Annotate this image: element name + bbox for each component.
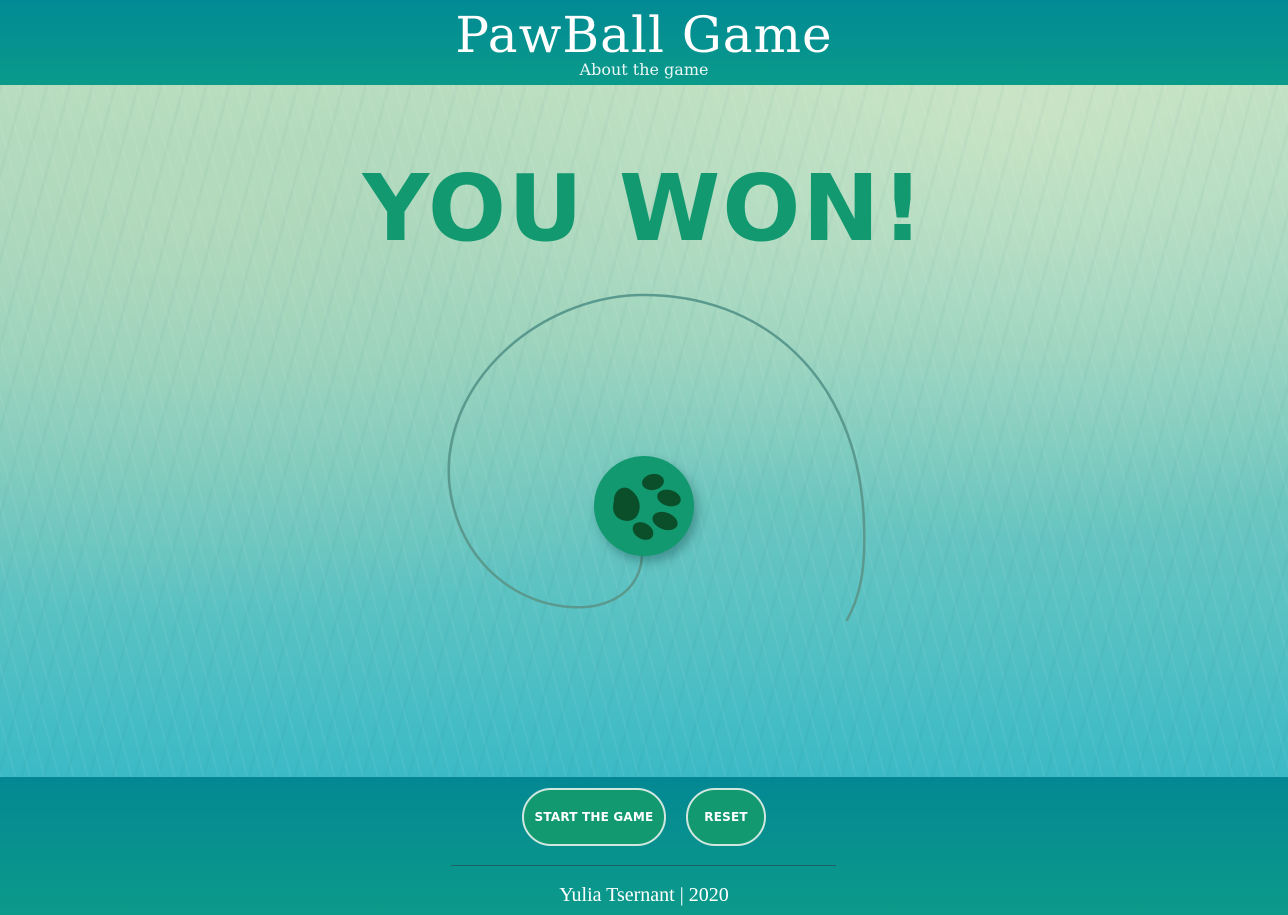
header: PawBall Game About the game <box>0 0 1288 85</box>
control-bar: START THE GAME RESET Yulia Tsernant | 20… <box>0 777 1288 915</box>
paw-ball[interactable] <box>594 456 694 556</box>
page-title: PawBall Game <box>455 6 833 64</box>
start-game-button[interactable]: START THE GAME <box>522 788 666 846</box>
about-link[interactable]: About the game <box>0 60 1288 79</box>
game-stage: YOU WON! <box>0 85 1288 777</box>
reset-button[interactable]: RESET <box>686 788 766 846</box>
ball-trail-spiral <box>447 293 866 622</box>
footer-credit: Yulia Tsernant | 2020 <box>559 884 729 906</box>
footer-divider <box>451 865 836 866</box>
paw-icon <box>613 473 681 540</box>
